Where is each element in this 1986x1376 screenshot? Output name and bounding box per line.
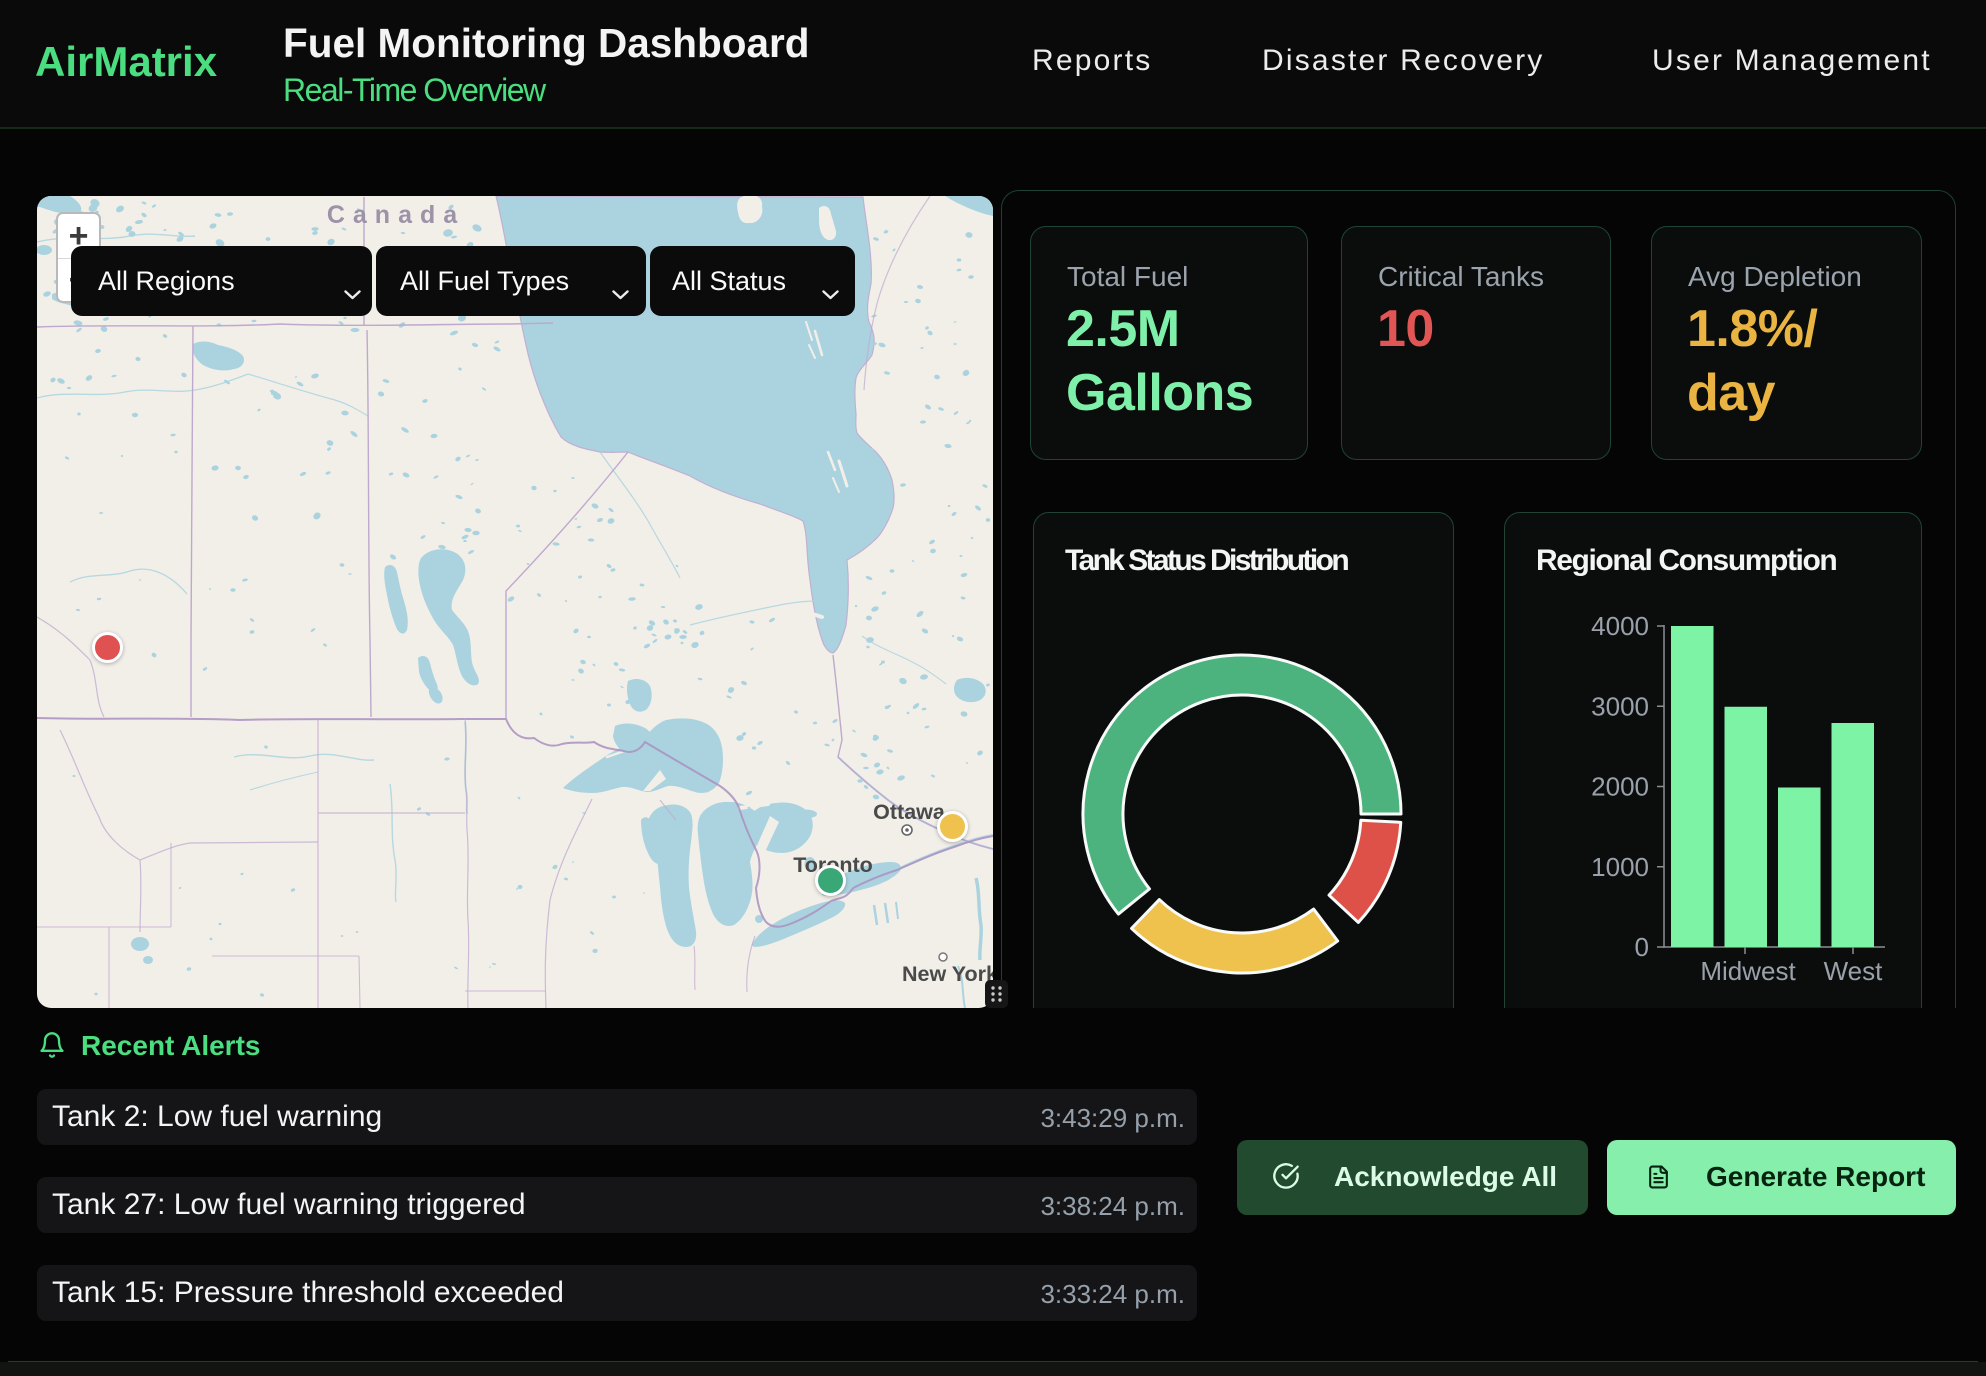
svg-text:Canada: Canada (327, 201, 465, 229)
svg-text:Ottawa: Ottawa (873, 800, 946, 824)
svg-text:New York: New York (902, 962, 993, 986)
